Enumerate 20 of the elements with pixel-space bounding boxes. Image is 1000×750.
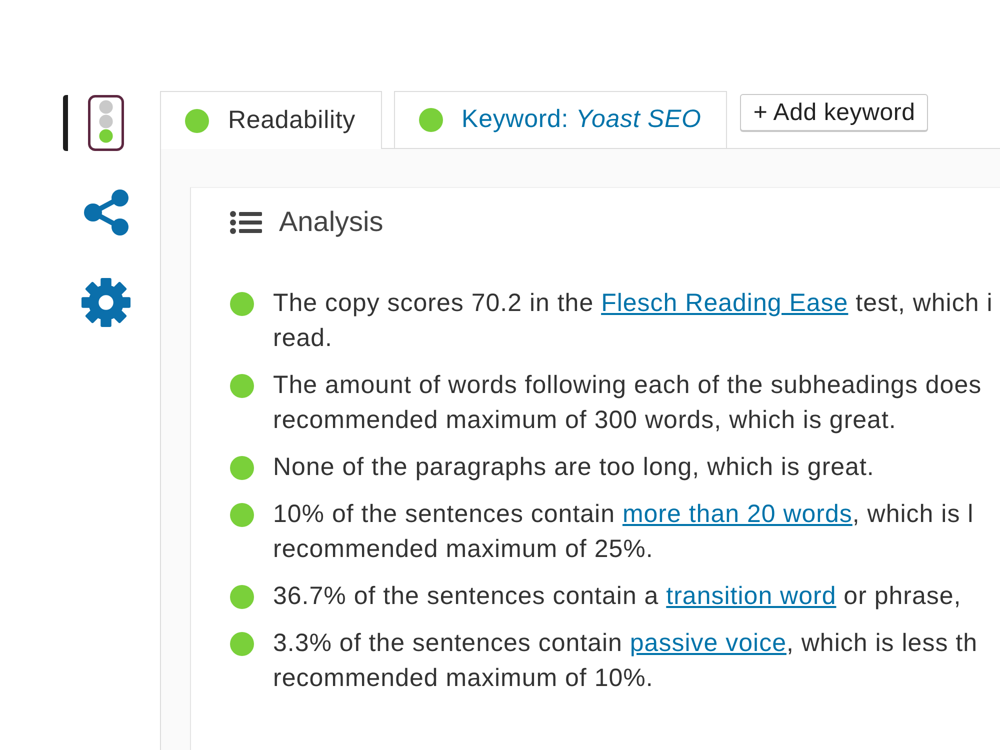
text-link[interactable]: Flesch Reading Ease [601,289,848,317]
section-title: Analysis [279,205,384,239]
list-icon [230,210,262,234]
analysis-result-text: 10% of the sentences contain more than 20 words, which is l recommended maximum of 25%. [273,499,974,565]
analysis-result-text: 3.3% of the sentences contain passive voice, which is less th recommended maximum of 10%. [273,628,978,694]
analysis-result-text: 36.7% of the sentences contain a transition word or phrase, [273,581,962,612]
analysis-result-text: The amount of words following each of the subheadings does recommended maximum of 300 words, which is great. [273,370,982,436]
text-link[interactable]: transition word [666,582,836,610]
settings-icon [81,277,131,328]
text-link[interactable]: passive voice [630,629,786,657]
tab[interactable]: Keyword: Yoast SEO [394,91,728,149]
settings-button[interactable] [81,277,131,328]
tab[interactable]: Readability [160,91,382,150]
share-icon [82,189,130,236]
share-button[interactable] [81,189,131,236]
traffic-light-icon [88,95,124,151]
analysis-result-text: None of the paragraphs are too long, which is great. [273,452,874,483]
text-link[interactable]: more than 20 words [622,500,852,528]
add-keyword-button[interactable]: + Add keyword [740,94,928,131]
analysis-result-text: The copy scores 70.2 in the Flesch Reading Ease test, which i read. [273,288,993,354]
